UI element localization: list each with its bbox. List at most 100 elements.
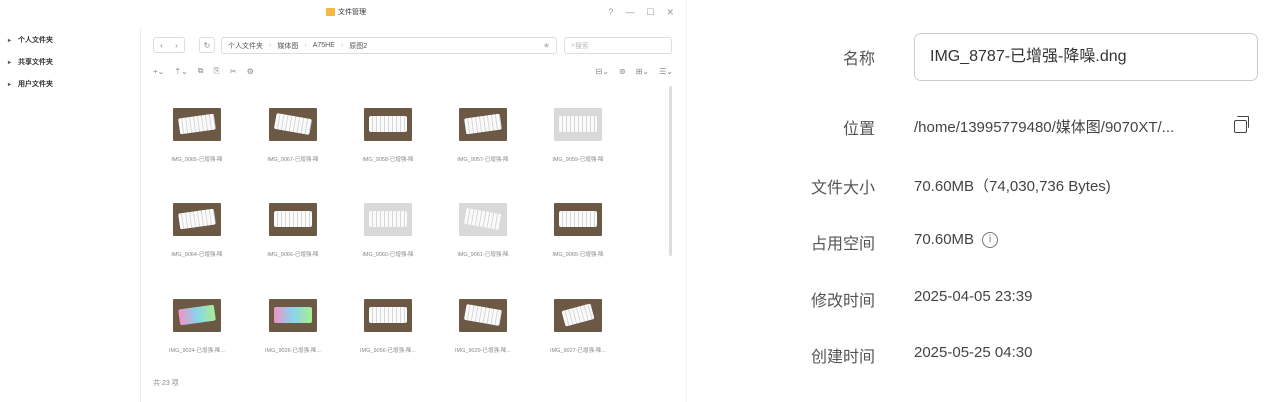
breadcrumb-separator-icon: › bbox=[304, 42, 307, 49]
refresh-icon: ↻ bbox=[203, 40, 211, 50]
sidebar-item-label: 用户文件夹 bbox=[18, 81, 53, 88]
new-icon[interactable]: +⌄ bbox=[153, 67, 164, 76]
file-name: IMG_9060-已增强-降 bbox=[362, 252, 414, 258]
file-item[interactable]: IMG_9029-已增强-降... bbox=[435, 299, 531, 354]
file-thumbnail bbox=[269, 299, 317, 332]
file-item[interactable]: IMG_9065-已增强-降 bbox=[530, 203, 626, 258]
copy-icon[interactable]: ⧉ bbox=[198, 66, 204, 76]
keyboard-photo bbox=[463, 303, 503, 327]
sidebar-item-shared[interactable]: ▸ 共享文件夹 bbox=[0, 52, 140, 74]
file-thumbnail bbox=[173, 299, 221, 332]
paste-icon[interactable]: ⎘ bbox=[214, 66, 220, 76]
file-item[interactable]: IMG_9027-已增强-降... bbox=[530, 299, 626, 354]
window-title: 文件管理 bbox=[326, 7, 366, 17]
keyboard-photo bbox=[369, 211, 407, 227]
sidebar-item-users[interactable]: ▸ 用户文件夹 bbox=[0, 74, 140, 96]
file-item[interactable]: IMG_9061-已增强-降 bbox=[435, 203, 531, 258]
file-name: IMG_9059-已增强-降 bbox=[552, 157, 604, 163]
file-thumbnail bbox=[459, 203, 507, 236]
settings-icon[interactable]: ⊛ bbox=[619, 67, 626, 76]
file-item[interactable]: IMG_9066-已增强-降 bbox=[245, 203, 341, 258]
file-thumbnail bbox=[269, 203, 317, 236]
properties-icon[interactable]: ⚙ bbox=[247, 67, 254, 76]
detail-label: 文件大小 bbox=[810, 180, 875, 197]
close-icon[interactable]: ✕ bbox=[666, 7, 674, 18]
breadcrumb-item[interactable]: 媒体图 bbox=[277, 41, 298, 51]
chevron-right-icon: ▸ bbox=[8, 60, 12, 66]
sidebar-item-personal[interactable]: ▸ 个人文件夹 bbox=[0, 30, 140, 52]
detail-label: 位置 bbox=[842, 121, 875, 138]
search-placeholder: 搜索 bbox=[574, 42, 589, 50]
sidebar-item-label: 个人文件夹 bbox=[18, 37, 53, 44]
file-item[interactable]: IMG_9058-已增强-降 bbox=[340, 108, 436, 163]
file-item[interactable]: IMG_9064-已增强-降 bbox=[149, 203, 245, 258]
keyboard-photo bbox=[559, 116, 597, 132]
nav-buttons: ‹ › ↻ bbox=[153, 37, 215, 53]
search-input[interactable]: ⌕ 搜索 bbox=[564, 37, 672, 54]
file-item[interactable]: IMG_9060-已增强-降 bbox=[340, 203, 436, 258]
file-item[interactable]: IMG_9024-已增强-降... bbox=[149, 299, 245, 354]
detail-label: 修改时间 bbox=[810, 293, 875, 310]
back-icon[interactable]: ‹ bbox=[160, 41, 163, 50]
minimize-icon[interactable]: — bbox=[625, 7, 634, 18]
file-thumbnail bbox=[173, 108, 221, 141]
favorite-star-icon[interactable]: ★ bbox=[543, 41, 550, 50]
upload-icon[interactable]: ⇡⌄ bbox=[174, 67, 187, 76]
breadcrumb[interactable]: 个人文件夹 › 媒体图 › A75HE › 原图2 ★ bbox=[221, 37, 557, 54]
breadcrumb-item[interactable]: A75HE bbox=[313, 42, 335, 49]
file-name: IMG_9026-已增强-降... bbox=[265, 348, 321, 354]
sidebar-item-label: 共享文件夹 bbox=[18, 59, 53, 66]
file-details-panel: 名称 IMG_8787-已增强-降噪.dng 位置 /home/13995779… bbox=[787, 0, 1275, 402]
file-name: IMG_9066-已增强-降 bbox=[267, 252, 319, 258]
copy-path-icon[interactable] bbox=[1234, 116, 1249, 133]
file-name: IMG_9067-已增强-降 bbox=[267, 157, 319, 163]
refresh-button[interactable]: ↻ bbox=[199, 37, 215, 53]
file-grid: IMG_9065-已增强-降 IMG_9067-已增强-降 IMG_9058-已增强… bbox=[149, 86, 671, 376]
window-title-text: 文件管理 bbox=[338, 9, 366, 16]
breadcrumb-item[interactable]: 原图2 bbox=[349, 41, 367, 51]
used-space-text: 70.60MB bbox=[914, 231, 975, 248]
modified-value: 2025-04-05 23:39 bbox=[914, 288, 1033, 305]
chevron-right-icon: ▸ bbox=[8, 82, 12, 88]
folder-icon bbox=[326, 8, 335, 16]
file-name: IMG_9027-已增强-降... bbox=[550, 348, 606, 354]
used-space-value: 70.60MB i bbox=[914, 231, 999, 249]
forward-icon[interactable]: › bbox=[175, 41, 178, 50]
file-item[interactable]: IMG_9067-已增强-降 bbox=[245, 108, 341, 163]
breadcrumb-separator-icon: › bbox=[340, 42, 344, 49]
keyboard-photo bbox=[561, 303, 595, 327]
file-item[interactable]: IMG_9026-已增强-降... bbox=[245, 299, 341, 354]
file-name: IMG_9064-已增强-降 bbox=[171, 252, 223, 258]
file-thumbnail bbox=[269, 108, 317, 141]
maximize-icon[interactable]: ☐ bbox=[646, 7, 654, 18]
filename-field[interactable]: IMG_8787-已增强-降噪.dng bbox=[914, 33, 1258, 81]
keyboard-photo bbox=[369, 307, 407, 323]
keyboard-photo bbox=[463, 207, 503, 231]
keyboard-photo bbox=[178, 113, 216, 135]
item-count: 共 23 项 bbox=[153, 380, 179, 387]
file-name: IMG_9024-已增强-降... bbox=[169, 348, 225, 354]
info-icon[interactable]: i bbox=[982, 232, 999, 249]
created-value: 2025-05-25 04:30 bbox=[914, 344, 1033, 361]
file-item[interactable]: IMG_9056-已增强-降... bbox=[340, 299, 436, 354]
file-thumbnail bbox=[364, 299, 412, 332]
view-grid-icon[interactable]: ⊞⌄ bbox=[636, 67, 649, 76]
keyboard-photo bbox=[369, 116, 407, 132]
file-item[interactable]: IMG_9059-已增强-降 bbox=[530, 108, 626, 163]
breadcrumb-item[interactable]: 个人文件夹 bbox=[228, 41, 263, 51]
file-name: IMG_9056-已增强-降... bbox=[360, 348, 416, 354]
view-list-icon[interactable]: ☰⌄ bbox=[659, 67, 673, 76]
chevron-right-icon: ▸ bbox=[8, 38, 12, 44]
file-item[interactable]: IMG_9057-已增强-降 bbox=[435, 108, 531, 163]
file-thumbnail bbox=[554, 108, 602, 141]
help-icon[interactable]: ? bbox=[608, 7, 613, 18]
file-thumbnail bbox=[554, 299, 602, 332]
file-name: IMG_9029-已增强-降... bbox=[455, 348, 511, 354]
sort-icon[interactable]: ⊟⌄ bbox=[596, 67, 609, 76]
sidebar: ▸ 个人文件夹 ▸ 共享文件夹 ▸ 用户文件夹 bbox=[0, 30, 140, 96]
scrollbar[interactable] bbox=[669, 86, 672, 256]
file-item[interactable]: IMG_9065-已增强-降 bbox=[149, 108, 245, 163]
file-thumbnail bbox=[173, 203, 221, 236]
cut-icon[interactable]: ✂ bbox=[230, 67, 237, 76]
file-thumbnail bbox=[459, 299, 507, 332]
